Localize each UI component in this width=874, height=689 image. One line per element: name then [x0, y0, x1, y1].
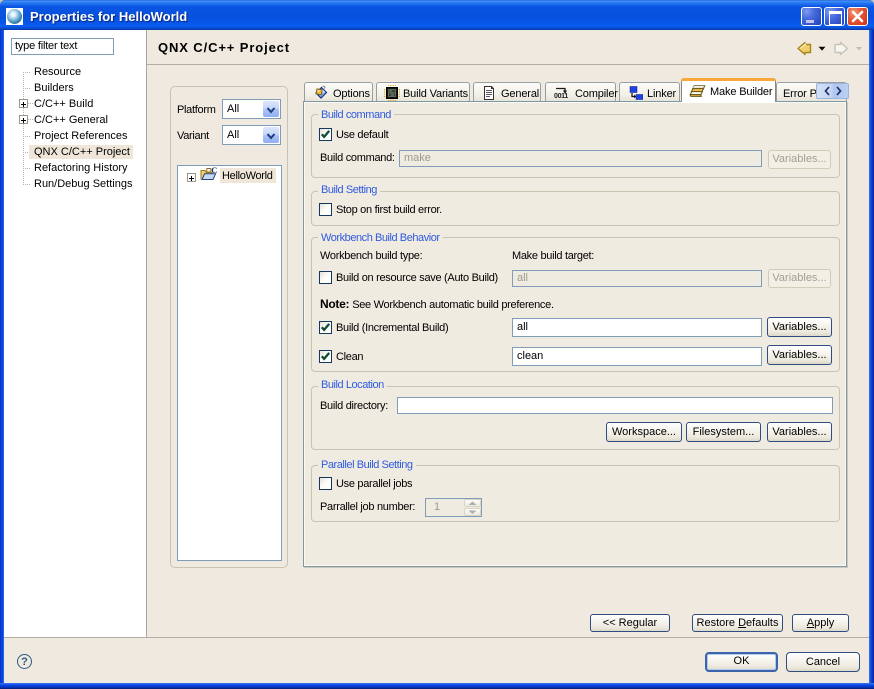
- svg-text:0011: 0011: [554, 93, 568, 100]
- svg-text:C: C: [211, 166, 217, 175]
